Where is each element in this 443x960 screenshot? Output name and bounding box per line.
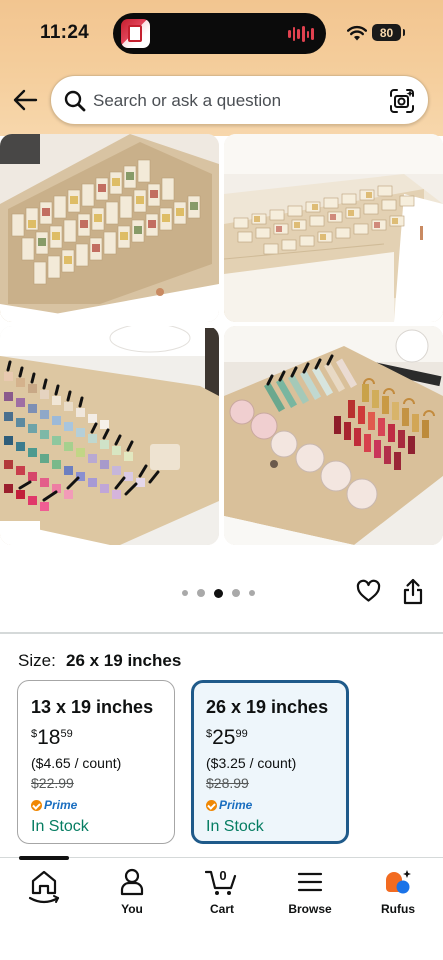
prime-label: Prime — [219, 798, 253, 812]
size-option-title: 26 x 19 inches — [206, 697, 329, 717]
prime-badge: Prime — [31, 797, 174, 813]
nav-home[interactable] — [9, 868, 79, 928]
cart-count: 0 — [219, 868, 226, 883]
status-bar: 11:24 80 — [0, 0, 443, 66]
unit-price: ($3.25 / count) — [206, 755, 297, 771]
nav-browse-label: Browse — [288, 902, 332, 916]
wifi-icon — [347, 25, 367, 41]
search-bar[interactable] — [50, 75, 429, 125]
prime-check-icon — [206, 799, 217, 811]
search-icon — [64, 90, 86, 112]
carousel-dot[interactable] — [197, 589, 205, 597]
section-divider — [0, 632, 443, 634]
nav-rufus-label: Rufus — [381, 902, 415, 916]
price-currency: $ — [206, 728, 213, 740]
list-price: $28.99 — [206, 775, 249, 791]
nav-rufus[interactable]: Rufus — [363, 868, 433, 928]
audio-waveform-icon — [288, 26, 315, 42]
size-option-price: $1859 — [31, 726, 174, 750]
status-time: 11:24 — [40, 22, 90, 43]
stock-status: In Stock — [206, 818, 264, 835]
size-option-price: $2599 — [206, 726, 346, 750]
carousel-dot[interactable] — [249, 590, 255, 596]
share-icon[interactable] — [402, 578, 424, 605]
size-label: Size: — [18, 651, 56, 670]
rufus-icon — [386, 870, 411, 894]
header: 11:24 80 — [0, 0, 443, 136]
nav-active-indicator — [19, 856, 69, 860]
bottom-navigation: You 0 Cart Browse Rufus — [0, 860, 443, 960]
nav-browse[interactable]: Browse — [275, 868, 345, 928]
home-icon — [28, 870, 60, 904]
size-option-26x19-selected[interactable]: 26 x 19 inches $2599 ($3.25 / count) $28… — [191, 680, 349, 844]
price-currency: $ — [31, 728, 38, 740]
carousel-dot[interactable] — [182, 590, 188, 596]
camera-search-icon[interactable] — [389, 88, 415, 114]
battery-icon: 80 — [372, 24, 405, 41]
nav-you-label: You — [121, 902, 143, 916]
selected-size-value: 26 x 19 inches — [66, 651, 182, 670]
dynamic-island[interactable] — [113, 13, 326, 54]
nav-cart-label: Cart — [209, 902, 234, 916]
prime-badge: Prime — [206, 797, 346, 813]
nav-cart[interactable]: 0 Cart — [187, 868, 257, 928]
battery-level: 80 — [379, 25, 394, 40]
product-image-gallery[interactable] — [0, 134, 443, 546]
price-whole: 25 — [212, 726, 236, 749]
nav-you[interactable]: You — [97, 868, 167, 928]
product-image-nail-polish-drawer[interactable] — [0, 326, 219, 545]
prime-label: Prime — [44, 798, 78, 812]
carousel-dot[interactable] — [232, 589, 240, 597]
price-fraction: 59 — [60, 728, 73, 740]
price-whole: 18 — [37, 726, 61, 749]
product-image-spice-drawer[interactable] — [0, 134, 219, 322]
size-option-title: 13 x 19 inches — [31, 697, 154, 717]
search-input[interactable] — [93, 88, 383, 114]
unit-price: ($4.65 / count) — [31, 755, 122, 771]
cart-icon: 0 — [205, 868, 237, 895]
stock-status: In Stock — [31, 818, 89, 835]
menu-icon — [297, 872, 323, 892]
image-carousel-dots[interactable] — [182, 588, 255, 598]
product-image-makeup-drawer[interactable] — [224, 326, 443, 545]
list-price: $22.99 — [31, 775, 74, 791]
prime-check-icon — [31, 799, 42, 811]
now-playing-artwork-icon — [121, 19, 150, 48]
carousel-dot-active[interactable] — [214, 588, 223, 598]
price-fraction: 99 — [235, 728, 248, 740]
user-icon — [120, 868, 144, 896]
back-arrow-icon[interactable] — [12, 88, 38, 112]
size-option-13x19[interactable]: 13 x 19 inches $1859 ($4.65 / count) $22… — [17, 680, 175, 844]
product-image-spice-drawer-side[interactable] — [224, 134, 443, 322]
heart-icon[interactable] — [356, 579, 381, 603]
